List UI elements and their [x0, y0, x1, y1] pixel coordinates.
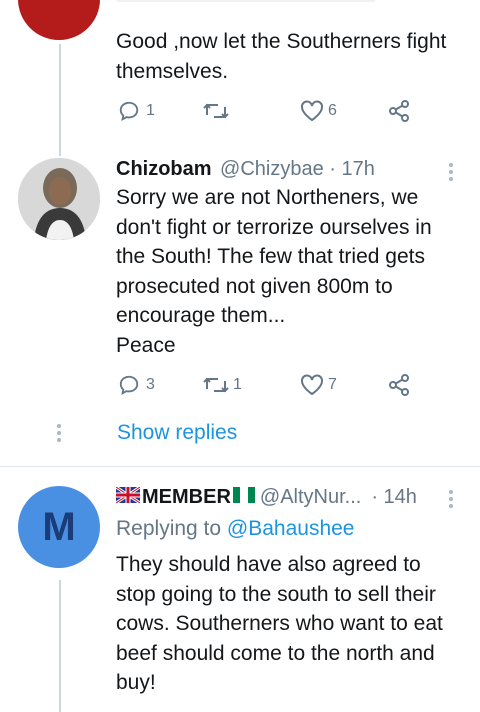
tweet-text-line: themselves.	[116, 59, 229, 83]
heart-icon	[300, 100, 324, 122]
like-count: 7	[328, 376, 337, 393]
avatar[interactable]	[18, 0, 100, 40]
tweet-text-line: Good ,now let the Southerners fight	[116, 30, 447, 53]
tweet-time: · 14h	[371, 486, 417, 508]
tweet-text-line: buy!	[116, 671, 156, 694]
reply-count: 3	[146, 376, 155, 393]
like-count: 6	[328, 102, 337, 119]
tweet-text: Good ,now let the Southerners fight them…	[116, 27, 466, 86]
show-replies-link[interactable]: Show replies	[117, 421, 237, 445]
retweet-icon	[203, 374, 229, 396]
tweet-text-line: prosecuted not given 800m to	[116, 274, 393, 298]
thread-dots-icon	[57, 424, 61, 445]
tweet-text-line: beef should come to the north and	[116, 641, 435, 665]
thread-line	[59, 580, 61, 712]
tweet-text-line: Peace	[116, 333, 176, 357]
tweet-text-line: encourage them...	[116, 304, 286, 327]
replying-to-handle[interactable]: @Bahaushee	[227, 517, 355, 540]
share-icon	[387, 373, 411, 397]
avatar-letter: M	[42, 504, 76, 549]
cut-off-reply-line	[116, 0, 376, 2]
retweet-count: 1	[233, 376, 242, 393]
replying-to-label: Replying to	[116, 517, 222, 540]
heart-icon	[300, 374, 324, 396]
share-button[interactable]	[387, 99, 411, 123]
reply-icon	[118, 100, 140, 122]
tweet-text-line: Sorry we are not Northeners, we	[116, 186, 419, 209]
more-options-icon[interactable]	[449, 490, 453, 511]
share-icon	[387, 99, 411, 123]
tweet-text: They should have also agreed to stop goi…	[116, 550, 471, 698]
like-button[interactable]: 7	[300, 374, 337, 396]
more-options-icon[interactable]	[449, 163, 453, 184]
retweet-button[interactable]: 1	[203, 374, 242, 396]
display-name[interactable]: MEMBER	[142, 486, 231, 509]
avatar[interactable]	[18, 158, 100, 240]
reply-icon	[118, 374, 140, 396]
tweet-text-line: They should have also agreed to	[116, 553, 421, 576]
tweet-text-line: cows. Southerners who want to eat	[116, 612, 443, 635]
tweet-header: Chizobam @Chizybae · 17h	[116, 158, 375, 181]
nigeria-flag-icon	[232, 487, 255, 508]
thread-line	[59, 44, 61, 156]
share-button[interactable]	[387, 373, 411, 397]
reply-button[interactable]: 1	[118, 100, 155, 122]
handle: @AltyNur...	[259, 486, 362, 508]
tweet-text-line: don't fight or terrorize ourselves in	[116, 215, 432, 239]
reply-button[interactable]: 3	[118, 374, 155, 396]
retweet-button[interactable]	[203, 100, 235, 122]
profile-photo	[18, 158, 100, 240]
uk-flag-icon	[115, 485, 141, 508]
tweet-header: MEMBER @AltyNur... · 14h	[115, 485, 417, 509]
tweet-text: Sorry we are not Northeners, we don't fi…	[116, 183, 466, 360]
replying-to: Replying to @Bahaushee	[116, 517, 355, 541]
reply-count: 1	[146, 102, 155, 119]
tweet-text-line: the South! The few that tried gets	[116, 245, 425, 268]
avatar[interactable]: M	[18, 486, 100, 568]
handle-and-time: @Chizybae · 17h	[220, 158, 375, 180]
like-button[interactable]: 6	[300, 100, 337, 122]
display-name[interactable]: Chizobam	[116, 158, 212, 180]
retweet-icon	[203, 100, 229, 122]
divider	[0, 466, 480, 467]
tweet-text-line: stop going to the south to sell their	[116, 582, 436, 606]
